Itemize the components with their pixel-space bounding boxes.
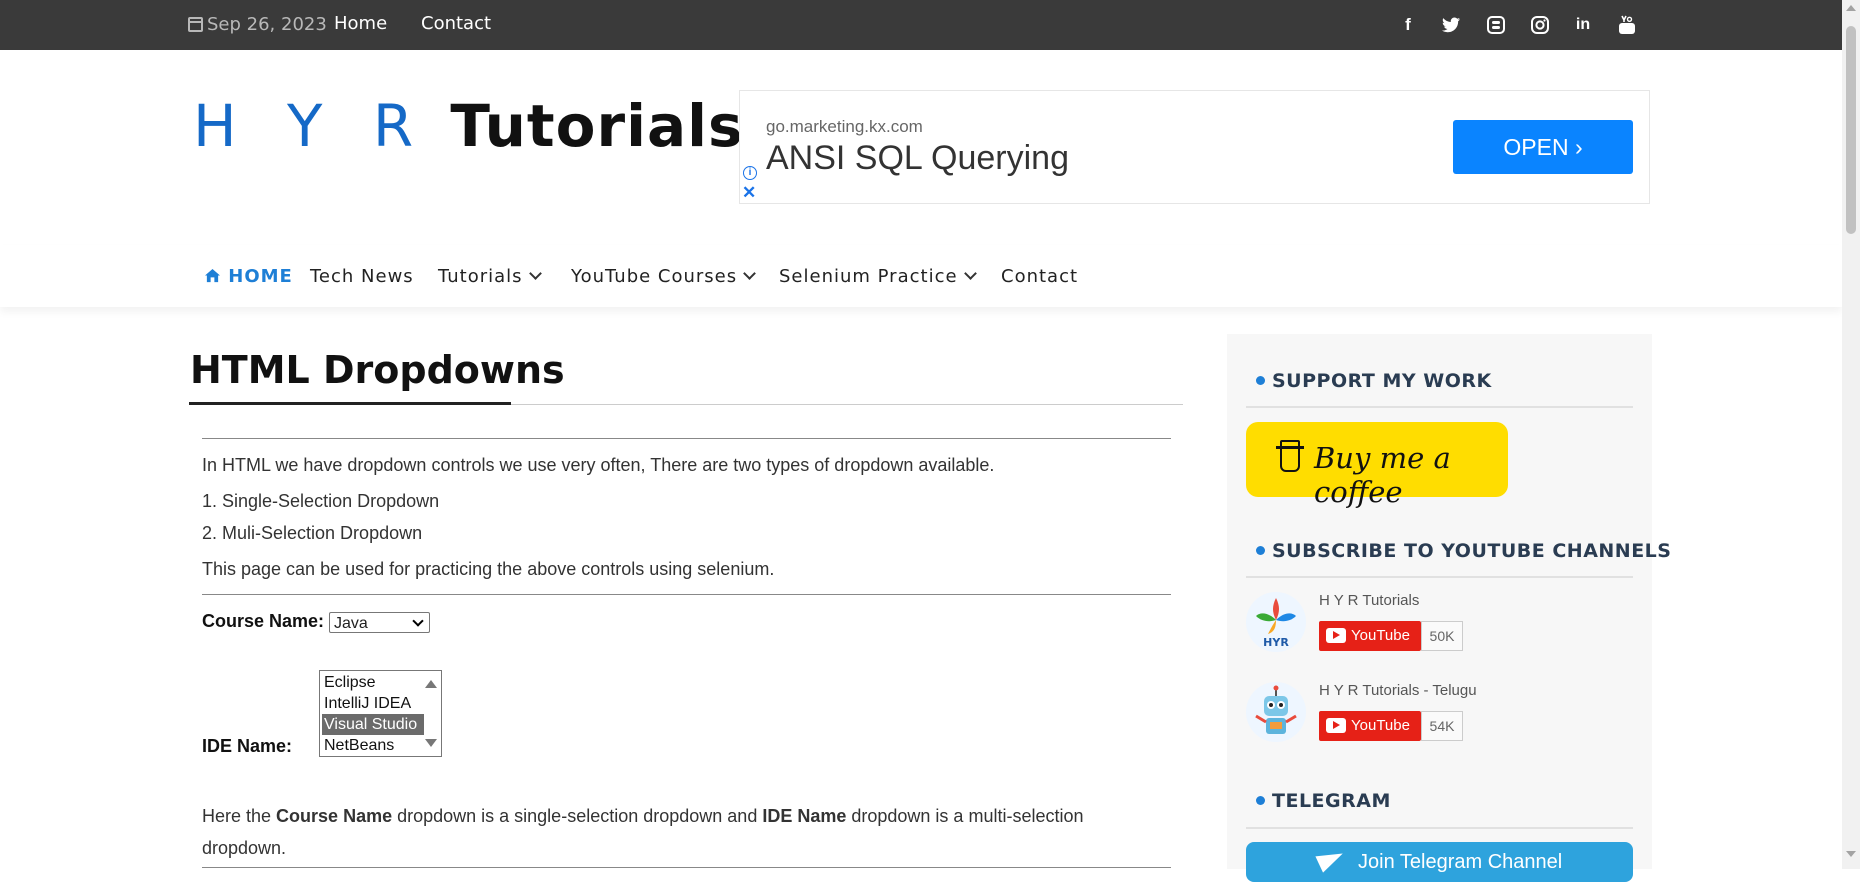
main-nav: HOME Tech News Tutorials YouTube Courses…: [0, 245, 1842, 307]
topbar-link-contact[interactable]: Contact: [421, 13, 491, 34]
chevron-down-icon: [743, 267, 757, 280]
youtube-icon[interactable]: [1615, 13, 1639, 37]
nav-youtube-courses-label: YouTube Courses: [571, 266, 738, 287]
nav-home-label: HOME: [228, 266, 293, 287]
list-item-single: 1. Single-Selection Dropdown: [202, 491, 440, 511]
desc-part: dropdown is a single-selection dropdown …: [392, 806, 763, 826]
logo-tutorials: Tutorials: [450, 92, 744, 160]
ide-option-selected[interactable]: Visual Studio: [322, 714, 424, 735]
ide-option[interactable]: NetBeans: [322, 735, 424, 756]
ide-name-label: IDE Name:: [202, 736, 293, 756]
youtube-play-icon: [1326, 628, 1346, 643]
telegram-button-label: Join Telegram Channel: [1358, 851, 1563, 873]
nav-item-selenium-practice[interactable]: Selenium Practice: [779, 266, 977, 287]
widget-divider: [1246, 827, 1633, 829]
channel-name[interactable]: H Y R Tutorials: [1319, 592, 1419, 609]
subscriber-count: 54K: [1421, 711, 1463, 741]
scroll-up-icon[interactable]: [425, 680, 437, 688]
desc-bold-course: Course Name: [276, 806, 393, 826]
page-title: HTML Dropdowns: [190, 348, 565, 392]
youtube-subscribe-button[interactable]: YouTube: [1319, 621, 1421, 651]
youtube-subscribe-button[interactable]: YouTube: [1319, 711, 1421, 741]
date-text: Sep 26, 2023: [207, 14, 327, 35]
description-text: Here the Course Name dropdown is a singl…: [202, 800, 1162, 864]
subscribe-title: SUBSCRIBE TO YOUTUBE CHANNELS: [1256, 540, 1671, 562]
widget-divider: [1246, 576, 1633, 578]
divider: [202, 594, 1171, 595]
channel-name[interactable]: H Y R Tutorials - Telugu: [1319, 682, 1477, 699]
divider: [202, 438, 1171, 439]
page-scrollbar[interactable]: [1842, 0, 1860, 869]
nav-item-home[interactable]: HOME: [204, 266, 293, 287]
scroll-up-arrow-icon[interactable]: [1846, 5, 1856, 11]
ad-close-icon[interactable]: ✕: [742, 183, 756, 203]
instagram-icon[interactable]: [1528, 13, 1552, 37]
logo-hyr: H Y R: [193, 92, 430, 160]
channel-avatar-robot[interactable]: [1246, 682, 1306, 742]
channel-avatar[interactable]: HYR: [1246, 592, 1306, 652]
ad-url: go.marketing.kx.com: [766, 117, 923, 136]
desc-part: dropdown is a multi-selection: [846, 806, 1084, 826]
coffee-cup-icon: [1276, 440, 1304, 472]
youtube-button-label: YouTube: [1351, 717, 1410, 734]
nav-item-contact[interactable]: Contact: [1001, 266, 1078, 287]
buy-me-coffee-button[interactable]: Buy me a coffee: [1246, 422, 1508, 509]
facebook-icon[interactable]: f: [1396, 13, 1420, 37]
subscriber-count: 50K: [1421, 621, 1463, 651]
widget-divider: [1246, 406, 1633, 408]
support-title: SUPPORT MY WORK: [1256, 370, 1492, 392]
ide-option[interactable]: IntelliJ IDEA: [322, 693, 424, 714]
top-bar: Sep 26, 2023 Home Contact f in: [0, 0, 1842, 50]
ad-open-button[interactable]: OPEN ›: [1453, 120, 1633, 174]
site-logo[interactable]: H Y R Tutorials: [193, 92, 744, 160]
nav-item-tech-news[interactable]: Tech News: [310, 266, 414, 287]
scroll-down-arrow-icon[interactable]: [1846, 851, 1856, 857]
desc-part: dropdown.: [202, 838, 287, 858]
home-icon: [205, 268, 220, 283]
intro-text: In HTML we have dropdown controls we use…: [202, 455, 995, 475]
twitter-icon[interactable]: [1439, 13, 1463, 37]
youtube-button-label: YouTube: [1351, 627, 1410, 644]
chevron-down-icon: [528, 267, 542, 280]
coffee-label: Buy me a coffee: [1314, 441, 1451, 509]
course-name-dropdown[interactable]: Java: [329, 612, 430, 633]
channel-avatar-text: HYR: [1263, 636, 1289, 649]
calendar-icon: [188, 17, 203, 32]
nav-selenium-practice-label: Selenium Practice: [779, 266, 958, 287]
ide-name-multiselect[interactable]: Eclipse IntelliJ IDEA Visual Studio NetB…: [319, 670, 442, 757]
chevron-down-icon: [412, 615, 424, 627]
practice-text: This page can be used for practicing the…: [202, 559, 775, 579]
youtube-play-icon: [1326, 718, 1346, 733]
topbar-link-home[interactable]: Home: [334, 13, 387, 34]
nav-item-youtube-courses[interactable]: YouTube Courses: [571, 266, 757, 287]
telegram-title: TELEGRAM: [1256, 790, 1391, 812]
list-item-multi: 2. Muli-Selection Dropdown: [202, 523, 423, 543]
ad-banner[interactable]: go.marketing.kx.com ANSI SQL Querying i …: [739, 90, 1650, 204]
course-name-value: Java: [334, 615, 368, 632]
ide-option[interactable]: Eclipse: [322, 672, 424, 693]
desc-bold-ide: IDE Name: [762, 806, 847, 826]
desc-part: Here the: [202, 806, 277, 826]
date-display: Sep 26, 2023: [188, 14, 327, 35]
linkedin-icon[interactable]: in: [1571, 13, 1595, 37]
chevron-down-icon: [963, 267, 977, 280]
nav-item-tutorials[interactable]: Tutorials: [438, 266, 542, 287]
blogger-icon[interactable]: [1484, 13, 1508, 37]
divider: [202, 867, 1171, 868]
ad-info-icon[interactable]: i: [743, 166, 757, 180]
ad-title: ANSI SQL Querying: [766, 139, 1069, 177]
course-name-label: Course Name:: [202, 611, 325, 631]
nav-tutorials-label: Tutorials: [438, 266, 523, 287]
join-telegram-button[interactable]: Join Telegram Channel: [1246, 842, 1633, 882]
title-underline: [189, 402, 511, 405]
scrollbar-thumb[interactable]: [1846, 26, 1856, 234]
scroll-down-icon[interactable]: [425, 739, 437, 747]
